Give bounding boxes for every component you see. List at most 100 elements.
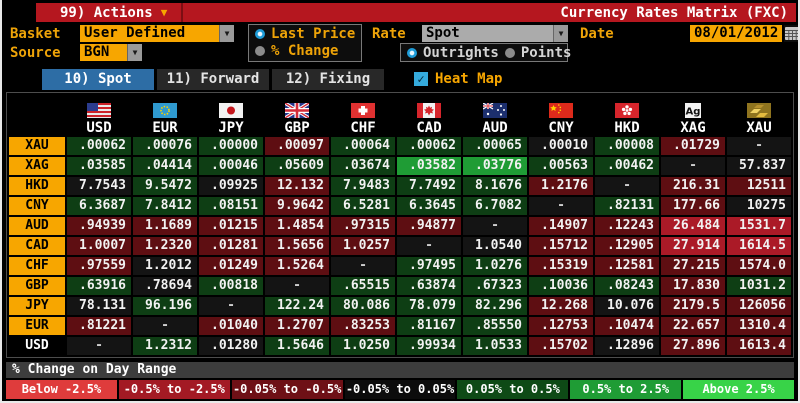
row-label-gbp[interactable]: GBP bbox=[9, 277, 65, 295]
cell-xau-chf[interactable]: .00064 bbox=[331, 137, 395, 155]
column-header-aud[interactable]: AUD bbox=[463, 95, 527, 135]
cell-xag-chf[interactable]: .03674 bbox=[331, 157, 395, 175]
cell-gbp-gbp[interactable]: - bbox=[265, 277, 329, 295]
cell-chf-jpy[interactable]: .01249 bbox=[199, 257, 263, 275]
calendar-button[interactable] bbox=[784, 25, 798, 42]
cell-xau-usd[interactable]: .00062 bbox=[67, 137, 131, 155]
cell-usd-cad[interactable]: .99934 bbox=[397, 337, 461, 355]
cell-aud-cny[interactable]: .14907 bbox=[529, 217, 593, 235]
cell-xau-xag[interactable]: .01729 bbox=[661, 137, 725, 155]
cell-eur-cny[interactable]: .12753 bbox=[529, 317, 593, 335]
cell-cad-gbp[interactable]: 1.5656 bbox=[265, 237, 329, 255]
cell-cny-aud[interactable]: 6.7082 bbox=[463, 197, 527, 215]
cell-hkd-cny[interactable]: 1.2176 bbox=[529, 177, 593, 195]
cell-cad-xag[interactable]: 27.914 bbox=[661, 237, 725, 255]
cell-xag-xag[interactable]: - bbox=[661, 157, 725, 175]
row-label-xag[interactable]: XAG bbox=[9, 157, 65, 175]
cell-gbp-eur[interactable]: .78694 bbox=[133, 277, 197, 295]
cell-eur-usd[interactable]: .81221 bbox=[67, 317, 131, 335]
cell-xau-cad[interactable]: .00062 bbox=[397, 137, 461, 155]
cell-hkd-jpy[interactable]: .09925 bbox=[199, 177, 263, 195]
cell-cad-chf[interactable]: 1.0257 bbox=[331, 237, 395, 255]
cell-cny-cad[interactable]: 6.3645 bbox=[397, 197, 461, 215]
cell-eur-eur[interactable]: - bbox=[133, 317, 197, 335]
cell-gbp-xag[interactable]: 17.830 bbox=[661, 277, 725, 295]
cell-chf-cad[interactable]: .97495 bbox=[397, 257, 461, 275]
chevron-down-icon[interactable]: ▼ bbox=[127, 44, 142, 61]
cell-gbp-chf[interactable]: .65515 bbox=[331, 277, 395, 295]
radio-option--change[interactable]: % Change bbox=[249, 42, 361, 59]
cell-usd-gbp[interactable]: 1.5646 bbox=[265, 337, 329, 355]
cell-jpy-gbp[interactable]: 122.24 bbox=[265, 297, 329, 315]
cell-cad-usd[interactable]: 1.0007 bbox=[67, 237, 131, 255]
cell-usd-usd[interactable]: - bbox=[67, 337, 131, 355]
cell-xag-gbp[interactable]: .05609 bbox=[265, 157, 329, 175]
tab-spot[interactable]: 10) Spot bbox=[42, 69, 154, 90]
cell-xag-hkd[interactable]: .00462 bbox=[595, 157, 659, 175]
cell-hkd-eur[interactable]: 9.5472 bbox=[133, 177, 197, 195]
tab-fixing[interactable]: 12) Fixing bbox=[272, 69, 384, 90]
cell-gbp-cny[interactable]: .10036 bbox=[529, 277, 593, 295]
radio-selected-icon[interactable] bbox=[255, 28, 265, 39]
cell-gbp-hkd[interactable]: .08243 bbox=[595, 277, 659, 295]
cell-xag-cny[interactable]: .00563 bbox=[529, 157, 593, 175]
cell-xau-aud[interactable]: .00065 bbox=[463, 137, 527, 155]
cell-usd-jpy[interactable]: .01280 bbox=[199, 337, 263, 355]
radio-selected-icon[interactable] bbox=[407, 47, 417, 58]
cell-xag-aud[interactable]: .03776 bbox=[463, 157, 527, 175]
cell-gbp-usd[interactable]: .63916 bbox=[67, 277, 131, 295]
cell-cny-jpy[interactable]: .08151 bbox=[199, 197, 263, 215]
cell-usd-aud[interactable]: 1.0533 bbox=[463, 337, 527, 355]
cell-hkd-aud[interactable]: 8.1676 bbox=[463, 177, 527, 195]
cell-xau-eur[interactable]: .00076 bbox=[133, 137, 197, 155]
cell-cny-xag[interactable]: 177.66 bbox=[661, 197, 725, 215]
radio-option-last-price[interactable]: Last Price bbox=[249, 25, 361, 42]
cell-xag-jpy[interactable]: .00046 bbox=[199, 157, 263, 175]
cell-aud-gbp[interactable]: 1.4854 bbox=[265, 217, 329, 235]
cell-chf-cny[interactable]: .15319 bbox=[529, 257, 593, 275]
cell-xag-usd[interactable]: .03585 bbox=[67, 157, 131, 175]
cell-hkd-usd[interactable]: 7.7543 bbox=[67, 177, 131, 195]
cell-aud-chf[interactable]: .97315 bbox=[331, 217, 395, 235]
cell-aud-usd[interactable]: .94939 bbox=[67, 217, 131, 235]
cell-chf-usd[interactable]: .97559 bbox=[67, 257, 131, 275]
cell-aud-hkd[interactable]: .12243 bbox=[595, 217, 659, 235]
cell-jpy-chf[interactable]: 80.086 bbox=[331, 297, 395, 315]
cell-cny-gbp[interactable]: 9.9642 bbox=[265, 197, 329, 215]
column-header-hkd[interactable]: HKD bbox=[595, 95, 659, 135]
cell-xau-xau[interactable]: - bbox=[727, 137, 791, 155]
cell-usd-xag[interactable]: 27.896 bbox=[661, 337, 725, 355]
cell-hkd-xau[interactable]: 12511 bbox=[727, 177, 791, 195]
row-label-cad[interactable]: CAD bbox=[9, 237, 65, 255]
cell-eur-chf[interactable]: .83253 bbox=[331, 317, 395, 335]
row-label-hkd[interactable]: HKD bbox=[9, 177, 65, 195]
cell-hkd-cad[interactable]: 7.7492 bbox=[397, 177, 461, 195]
cell-hkd-xag[interactable]: 216.31 bbox=[661, 177, 725, 195]
cell-cny-xau[interactable]: 10275 bbox=[727, 197, 791, 215]
cell-usd-cny[interactable]: .15702 bbox=[529, 337, 593, 355]
cell-gbp-cad[interactable]: .63874 bbox=[397, 277, 461, 295]
cell-jpy-hkd[interactable]: 10.076 bbox=[595, 297, 659, 315]
rate-select[interactable]: Spot ▼ bbox=[422, 25, 568, 42]
row-label-eur[interactable]: EUR bbox=[9, 317, 65, 335]
cell-aud-xau[interactable]: 1531.7 bbox=[727, 217, 791, 235]
cell-aud-aud[interactable]: - bbox=[463, 217, 527, 235]
cell-cad-cny[interactable]: .15712 bbox=[529, 237, 593, 255]
row-label-xau[interactable]: XAU bbox=[9, 137, 65, 155]
cell-usd-hkd[interactable]: .12896 bbox=[595, 337, 659, 355]
heatmap-toggle[interactable]: ✓ Heat Map bbox=[414, 71, 502, 87]
cell-cad-eur[interactable]: 1.2320 bbox=[133, 237, 197, 255]
column-header-xag[interactable]: Ag XAG bbox=[661, 95, 725, 135]
row-label-aud[interactable]: AUD bbox=[9, 217, 65, 235]
cell-jpy-eur[interactable]: 96.196 bbox=[133, 297, 197, 315]
cell-jpy-cad[interactable]: 78.079 bbox=[397, 297, 461, 315]
cell-usd-eur[interactable]: 1.2312 bbox=[133, 337, 197, 355]
cell-chf-gbp[interactable]: 1.5264 bbox=[265, 257, 329, 275]
cell-aud-jpy[interactable]: .01215 bbox=[199, 217, 263, 235]
cell-cad-hkd[interactable]: .12905 bbox=[595, 237, 659, 255]
cell-xag-eur[interactable]: .04414 bbox=[133, 157, 197, 175]
cell-usd-xau[interactable]: 1613.4 bbox=[727, 337, 791, 355]
cell-gbp-jpy[interactable]: .00818 bbox=[199, 277, 263, 295]
cell-cad-xau[interactable]: 1614.5 bbox=[727, 237, 791, 255]
cell-chf-hkd[interactable]: .12581 bbox=[595, 257, 659, 275]
